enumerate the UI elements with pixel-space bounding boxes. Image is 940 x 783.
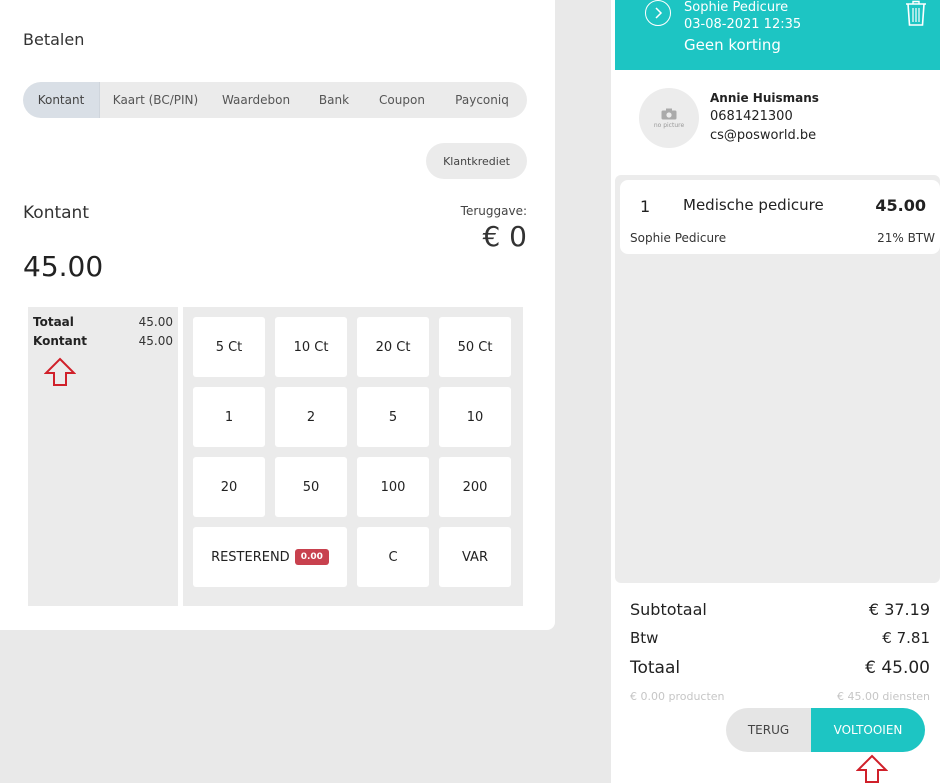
tab-waardebon[interactable]: Waardebon bbox=[211, 82, 301, 118]
vat-label: Btw bbox=[630, 629, 659, 647]
avatar: no picture bbox=[639, 88, 699, 148]
change-value: € 0 bbox=[482, 220, 527, 253]
arrow-up-annotation-icon bbox=[856, 754, 888, 783]
remaining-badge: 0.00 bbox=[294, 549, 329, 565]
key-5ct[interactable]: 5 Ct bbox=[193, 317, 265, 377]
tab-coupon[interactable]: Coupon bbox=[367, 82, 437, 118]
payment-method-label: Kontant bbox=[23, 203, 89, 223]
summary-row-cash: Kontant 45.00 bbox=[33, 332, 173, 351]
order-totals: Subtotaal € 37.19 Btw € 7.81 Totaal € 45… bbox=[630, 596, 930, 708]
key-1[interactable]: 1 bbox=[193, 387, 265, 447]
order-panel: Sophie Pedicure 03-08-2021 12:35 Geen ko… bbox=[611, 0, 940, 783]
line-vat: 21% BTW bbox=[877, 231, 935, 245]
tab-kontant[interactable]: Kontant bbox=[23, 82, 100, 118]
order-actions: TERUG VOLTOOIEN bbox=[726, 708, 925, 752]
key-10ct[interactable]: 10 Ct bbox=[275, 317, 347, 377]
chevron-right-icon[interactable] bbox=[645, 0, 671, 26]
total-label: Totaal bbox=[630, 658, 681, 678]
payment-method-tabs: Kontant Kaart (BC/PIN) Waardebon Bank Co… bbox=[23, 82, 527, 118]
summary-total-label: Totaal bbox=[33, 315, 74, 329]
order-header: Sophie Pedicure 03-08-2021 12:35 Geen ko… bbox=[615, 0, 940, 70]
customer-phone: 0681421300 bbox=[710, 109, 793, 124]
key-200[interactable]: 200 bbox=[439, 457, 511, 517]
payment-title: Betalen bbox=[23, 30, 85, 49]
vat-value: € 7.81 bbox=[882, 629, 930, 647]
services-total: € 45.00 diensten bbox=[836, 690, 930, 703]
customer-card[interactable]: no picture Annie Huismans 0681421300 cs@… bbox=[639, 88, 939, 158]
summary-total-value: 45.00 bbox=[138, 315, 173, 329]
subtotal-label: Subtotaal bbox=[630, 600, 707, 619]
products-total: € 0.00 producten bbox=[630, 690, 725, 703]
tab-payconiq[interactable]: Payconiq bbox=[437, 82, 527, 118]
key-2[interactable]: 2 bbox=[275, 387, 347, 447]
payment-card: Betalen Kontant Kaart (BC/PIN) Waardebon… bbox=[0, 0, 555, 630]
tab-bank[interactable]: Bank bbox=[301, 82, 367, 118]
subtotal-value: € 37.19 bbox=[868, 600, 930, 619]
total-value: € 45.00 bbox=[865, 658, 930, 678]
back-button[interactable]: TERUG bbox=[726, 708, 811, 752]
key-10[interactable]: 10 bbox=[439, 387, 511, 447]
payment-summary: Totaal 45.00 Kontant 45.00 bbox=[28, 307, 178, 606]
line-price: 45.00 bbox=[875, 196, 926, 215]
trash-icon[interactable] bbox=[904, 0, 928, 26]
avatar-placeholder-text: no picture bbox=[653, 121, 685, 129]
header-discount[interactable]: Geen korting bbox=[684, 36, 781, 54]
remaining-label: RESTEREND bbox=[211, 549, 290, 565]
arrow-up-annotation-icon bbox=[44, 357, 76, 386]
line-staff: Sophie Pedicure bbox=[630, 231, 727, 245]
payment-amount[interactable]: 45.00 bbox=[23, 250, 103, 283]
subtotal-row: Subtotaal € 37.19 bbox=[630, 596, 930, 624]
breakdown-row: € 0.00 producten € 45.00 diensten bbox=[630, 686, 930, 708]
summary-row-total: Totaal 45.00 bbox=[33, 313, 173, 332]
key-20[interactable]: 20 bbox=[193, 457, 265, 517]
order-line[interactable]: 1 Medische pedicure 45.00 Sophie Pedicur… bbox=[620, 180, 940, 254]
order-lines: 1 Medische pedicure 45.00 Sophie Pedicur… bbox=[615, 175, 940, 583]
key-20ct[interactable]: 20 Ct bbox=[357, 317, 429, 377]
change-label: Teruggave: bbox=[460, 204, 527, 218]
key-100[interactable]: 100 bbox=[357, 457, 429, 517]
complete-button[interactable]: VOLTOOIEN bbox=[811, 708, 925, 752]
line-quantity: 1 bbox=[640, 197, 651, 216]
key-50ct[interactable]: 50 Ct bbox=[439, 317, 511, 377]
customer-email: cs@posworld.be bbox=[710, 128, 817, 143]
key-remaining[interactable]: RESTEREND 0.00 bbox=[193, 527, 347, 587]
vat-row: Btw € 7.81 bbox=[630, 624, 930, 652]
key-var[interactable]: VAR bbox=[439, 527, 511, 587]
key-5[interactable]: 5 bbox=[357, 387, 429, 447]
camera-icon bbox=[661, 108, 677, 119]
tab-kaart[interactable]: Kaart (BC/PIN) bbox=[100, 82, 211, 118]
customer-name: Annie Huismans bbox=[710, 91, 819, 105]
cash-keypad: 5 Ct 10 Ct 20 Ct 50 Ct 1 2 5 10 20 50 10… bbox=[183, 307, 523, 606]
key-clear[interactable]: C bbox=[357, 527, 429, 587]
customer-credit-button[interactable]: Klantkrediet bbox=[426, 143, 527, 179]
total-row: Totaal € 45.00 bbox=[630, 652, 930, 684]
summary-cash-label: Kontant bbox=[33, 334, 87, 348]
header-staff-name: Sophie Pedicure bbox=[684, 0, 789, 15]
line-description: Medische pedicure bbox=[683, 196, 824, 214]
key-50[interactable]: 50 bbox=[275, 457, 347, 517]
header-datetime: 03-08-2021 12:35 bbox=[684, 17, 802, 32]
summary-cash-value: 45.00 bbox=[138, 334, 173, 348]
